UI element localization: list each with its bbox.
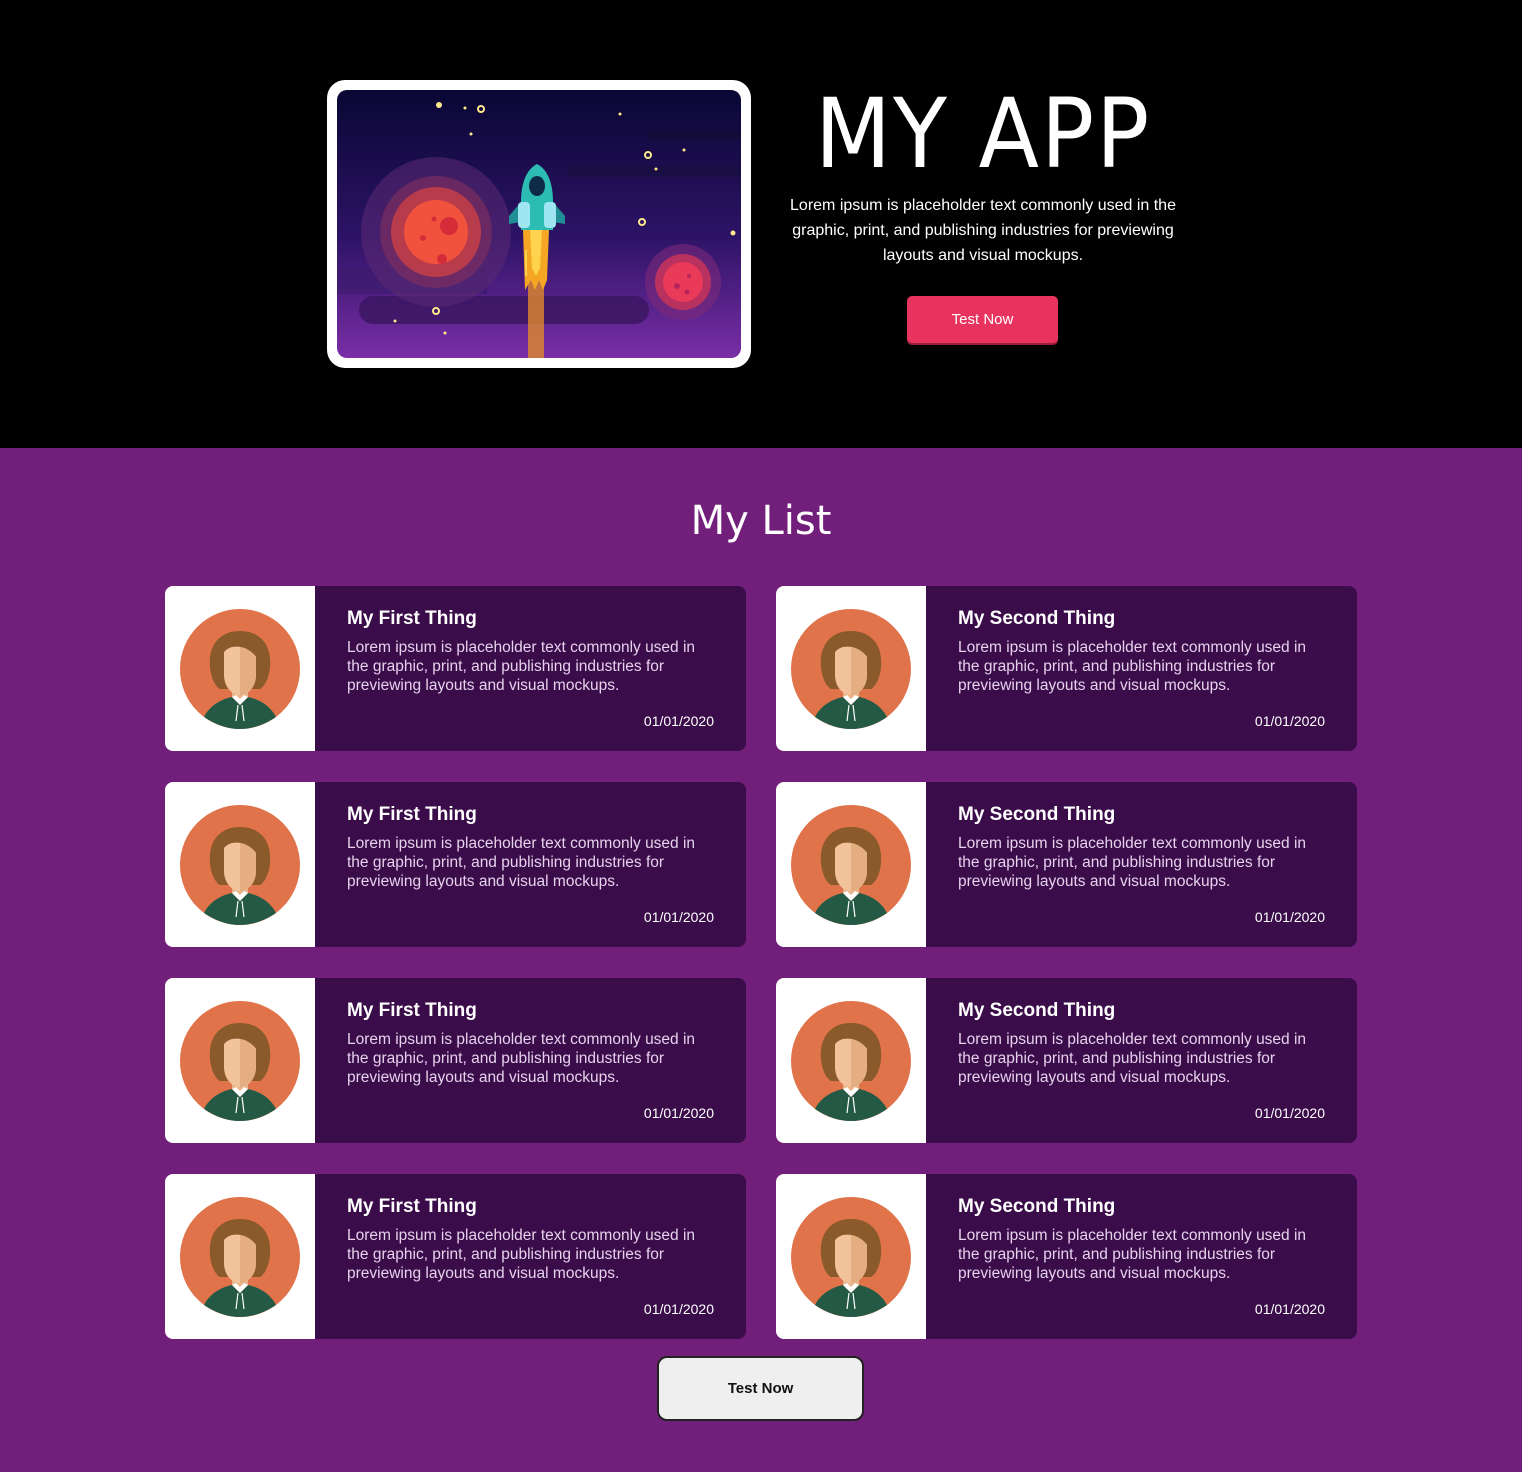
avatar [165,1174,315,1339]
card-date: 01/01/2020 [643,1105,714,1121]
card-body: My First Thing Lorem ipsum is placeholde… [315,782,746,947]
card-title: My Second Thing [958,804,1116,825]
card-description: Lorem ipsum is placeholder text commonly… [347,1031,696,1086]
card-description: Lorem ipsum is placeholder text commonly… [958,1031,1307,1086]
list-item-card[interactable]: My First Thing Lorem ipsum is placeholde… [165,1174,746,1339]
list-item-card[interactable]: My First Thing Lorem ipsum is placeholde… [165,782,746,947]
avatar [776,1174,926,1339]
card-body: My First Thing Lorem ipsum is placeholde… [315,978,746,1143]
woman-avatar-icon [791,1196,911,1317]
woman-avatar-icon [791,608,911,729]
woman-avatar-icon [791,1000,911,1121]
card-title: My Second Thing [958,608,1116,629]
card-date: 01/01/2020 [643,1301,714,1317]
card-title: My Second Thing [958,1196,1116,1217]
card-date: 01/01/2020 [1254,1105,1325,1121]
list-item-card[interactable]: My First Thing Lorem ipsum is placeholde… [165,586,746,751]
card-title: My First Thing [347,1196,477,1217]
hero-test-now-button[interactable]: Test Now [907,296,1058,343]
card-title: My First Thing [347,1000,477,1021]
card-date: 01/01/2020 [643,713,714,729]
card-title: My First Thing [347,608,477,629]
card-body: My Second Thing Lorem ipsum is placehold… [926,1174,1357,1339]
avatar [165,782,315,947]
card-description: Lorem ipsum is placeholder text commonly… [347,835,696,890]
avatar [776,782,926,947]
rocket-space-illustration-icon [337,90,741,358]
avatar [165,978,315,1143]
card-body: My Second Thing Lorem ipsum is placehold… [926,782,1357,947]
hero-description: Lorem ipsum is placeholder text commonly… [790,197,1176,264]
card-title: My First Thing [347,804,477,825]
hero-illustration-frame [327,80,751,368]
app-title: MY APP [814,78,1152,190]
list-item-card[interactable]: My First Thing Lorem ipsum is placeholde… [165,978,746,1143]
list-item-card[interactable]: My Second Thing Lorem ipsum is placehold… [776,1174,1357,1339]
card-description: Lorem ipsum is placeholder text commonly… [958,639,1307,694]
bottom-test-now-button[interactable]: Test Now [657,1356,864,1421]
list-item-card[interactable]: My Second Thing Lorem ipsum is placehold… [776,978,1357,1143]
woman-avatar-icon [180,1196,300,1317]
card-body: My Second Thing Lorem ipsum is placehold… [926,586,1357,751]
card-date: 01/01/2020 [1254,1301,1325,1317]
list-item-card[interactable]: My Second Thing Lorem ipsum is placehold… [776,586,1357,751]
card-body: My Second Thing Lorem ipsum is placehold… [926,978,1357,1143]
card-description: Lorem ipsum is placeholder text commonly… [347,639,696,694]
hero-section: MY APP Lorem ipsum is placeholder text c… [0,0,1522,448]
list-item-card[interactable]: My Second Thing Lorem ipsum is placehold… [776,782,1357,947]
card-date: 01/01/2020 [1254,713,1325,729]
card-description: Lorem ipsum is placeholder text commonly… [958,835,1307,890]
card-title: My Second Thing [958,1000,1116,1021]
avatar [165,586,315,751]
woman-avatar-icon [180,1000,300,1121]
card-date: 01/01/2020 [1254,909,1325,925]
avatar [776,586,926,751]
woman-avatar-icon [791,804,911,925]
card-body: My First Thing Lorem ipsum is placeholde… [315,1174,746,1339]
list-title: My List [690,498,832,544]
card-description: Lorem ipsum is placeholder text commonly… [347,1227,696,1282]
card-date: 01/01/2020 [643,909,714,925]
avatar [776,978,926,1143]
woman-avatar-icon [180,608,300,729]
card-body: My First Thing Lorem ipsum is placeholde… [315,586,746,751]
woman-avatar-icon [180,804,300,925]
card-description: Lorem ipsum is placeholder text commonly… [958,1227,1307,1282]
